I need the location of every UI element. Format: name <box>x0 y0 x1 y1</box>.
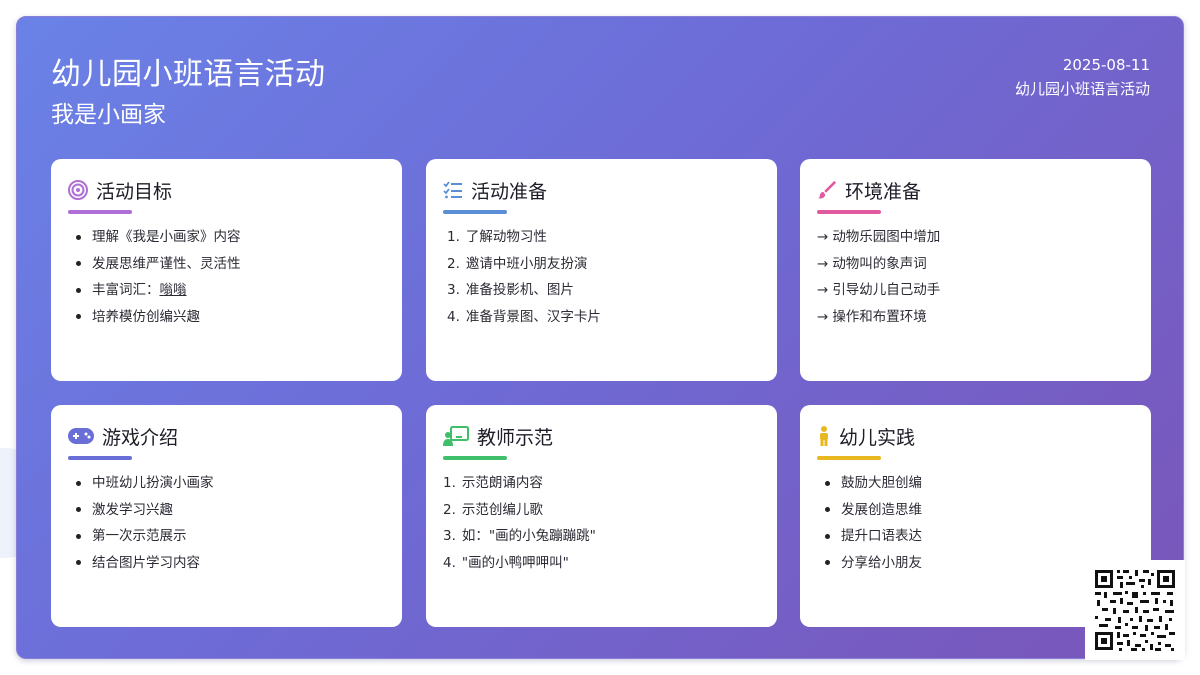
qr-code-icon <box>1085 560 1185 660</box>
card-underline <box>443 210 507 214</box>
list-item: → 动物叫的象声词 <box>817 255 927 272</box>
meta-label: 幼儿园小班语言活动 <box>1014 80 1150 98</box>
vocab-word: 嗡嗡 <box>159 282 187 298</box>
card-game-introduction: 游戏介绍 中班幼儿扮演小画家 激发学习兴趣 第一次示范展示 结合图片学习内容 <box>51 405 402 627</box>
list-item: 提升口语表达 <box>817 523 1133 550</box>
list-item: 结合图片学习内容 <box>68 550 384 577</box>
card-title: 幼儿实践 <box>839 426 916 449</box>
card-title: 游戏介绍 <box>102 426 179 449</box>
list-item: 发展思维严谨性、灵活性 <box>68 251 384 278</box>
card-title: 活动目标 <box>96 180 173 203</box>
card-title: 活动准备 <box>471 180 548 203</box>
card-underline <box>68 456 132 460</box>
paintbrush-icon <box>817 180 837 200</box>
date-label: 2025-08-11 <box>1062 56 1150 74</box>
card-environment-preparation: 环境准备 → 动物乐园图中增加 → 动物叫的象声词 → 引导幼儿自己动手 → 操作和布置… <box>800 159 1151 381</box>
list-item: 第一次示范展示 <box>68 523 384 550</box>
list-item: 培养模仿创编兴趣 <box>68 304 384 331</box>
checklist-icon <box>443 180 463 200</box>
list-item: 1. 了解动物习性 <box>447 229 547 245</box>
list-item: 4. "画的小鸭呷呷叫" <box>443 554 569 571</box>
header-meta: 2025-08-11 幼儿园小班语言活动 <box>1015 53 1150 101</box>
page-subtitle: 我是小画家 <box>51 102 166 128</box>
list-item: → 动物乐园图中增加 <box>817 229 941 245</box>
card-underline <box>817 456 881 460</box>
list-item: 3. 准备投影机、图片 <box>447 282 574 298</box>
list-item: → 引导幼儿自己动手 <box>817 282 941 298</box>
list-item: 发展创造思维 <box>817 497 1133 524</box>
list-item: → 操作和布置环境 <box>817 308 927 325</box>
card-teacher-demonstration: 教师示范 1. 示范朗诵内容 2. 示范创编儿歌 3. 如："画的小兔蹦蹦跳" 4. "… <box>426 405 777 627</box>
card-activity-goals: 活动目标 理解《我是小画家》内容 发展思维严谨性、灵活性 丰富词汇： 嗡嗡 培养模… <box>51 159 402 381</box>
list-item: 激发学习兴趣 <box>68 497 384 524</box>
list-item: 4. 准备背景图、汉字卡片 <box>447 308 601 325</box>
list-item: 鼓励大胆创编 <box>817 470 1133 497</box>
card-underline <box>817 210 881 214</box>
card-underline <box>68 210 132 214</box>
gamepad-icon <box>68 426 94 446</box>
teacher-board-icon <box>443 426 469 446</box>
slide-panel: 幼儿园小班语言活动 我是小画家 2025-08-11 幼儿园小班语言活动 活动目… <box>16 16 1184 659</box>
card-title: 教师示范 <box>477 426 554 449</box>
child-icon <box>817 426 831 446</box>
card-activity-preparation: 活动准备 1. 了解动物习性 2. 邀请中班小朋友扮演 3. 准备投影机、图片 4. 准… <box>426 159 777 381</box>
list-item: 2. 邀请中班小朋友扮演 <box>447 255 588 272</box>
target-icon <box>68 180 88 200</box>
page-title: 幼儿园小班语言活动 <box>51 57 326 92</box>
card-title: 环境准备 <box>845 180 922 203</box>
list-item: 中班幼儿扮演小画家 <box>68 470 384 497</box>
list-item: 1. 示范朗诵内容 <box>443 475 543 491</box>
list-item: 2. 示范创编儿歌 <box>443 501 543 518</box>
list-item: 丰富词汇： 嗡嗡 <box>68 277 384 304</box>
card-underline <box>443 456 507 460</box>
list-item: 3. 如："画的小兔蹦蹦跳" <box>443 528 596 544</box>
list-item: 理解《我是小画家》内容 <box>68 224 384 251</box>
